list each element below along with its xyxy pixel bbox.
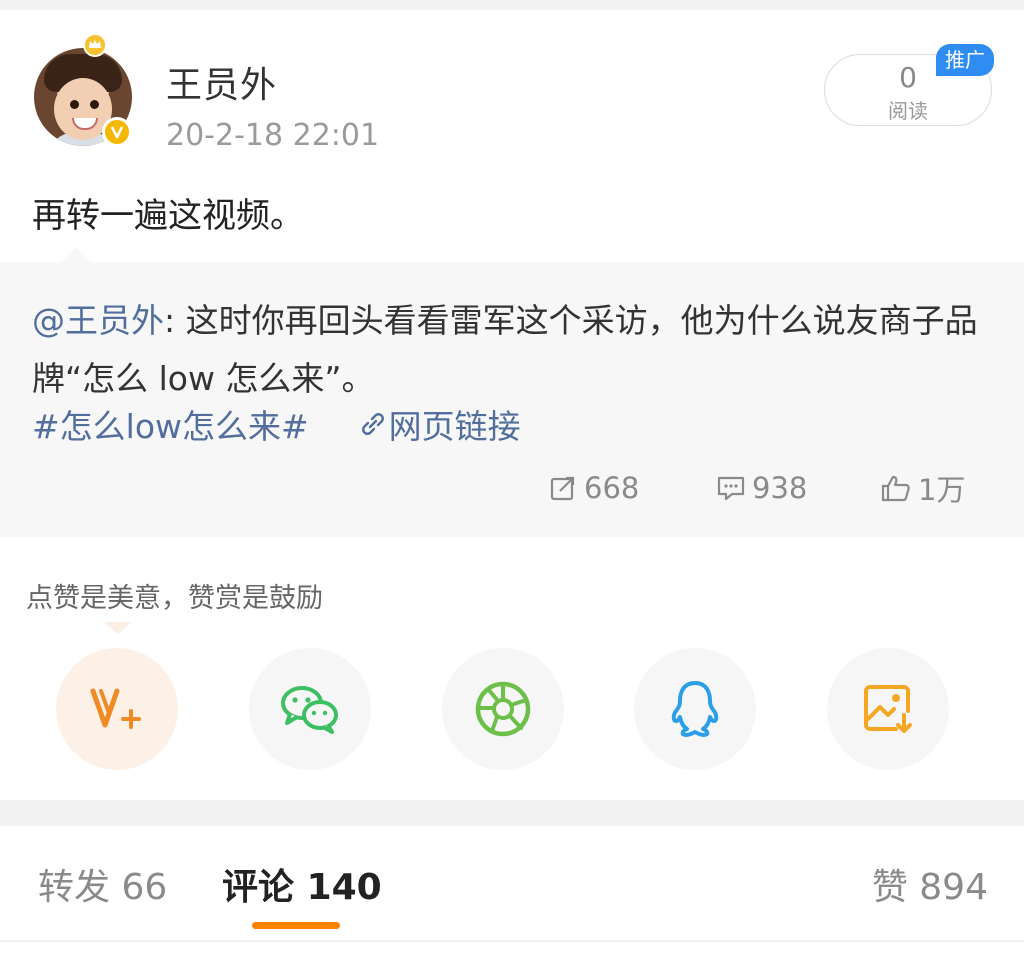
quoted-author-mention[interactable]: @王员外	[32, 301, 164, 340]
quoted-like-stat[interactable]: 1万	[880, 468, 965, 508]
quoted-like-count: 1万	[918, 473, 966, 507]
quoted-comment-stat[interactable]: 938	[716, 468, 807, 508]
read-label: 阅读	[888, 99, 928, 123]
crown-badge-icon	[83, 33, 107, 57]
promo-badge[interactable]: 推广	[936, 44, 994, 76]
post-time: 20-2-18 22:01	[166, 118, 380, 153]
quoted-body: : 这时你再回头看看雷军这个采访，他为什么说友商子品牌“怎么 low 怎么来”。	[32, 301, 978, 398]
v-plus-icon	[90, 688, 141, 729]
quoted-post-text: @王员外: 这时你再回头看看雷军这个采访，他为什么说友商子品牌“怎么 low 怎…	[32, 292, 992, 408]
tab-comments-count: 140	[306, 867, 382, 908]
quoted-comment-count: 938	[752, 471, 808, 505]
active-tab-indicator	[252, 922, 340, 929]
tip-arrow	[104, 622, 132, 634]
quoted-repost-count: 668	[584, 471, 640, 505]
thumbs-up-icon	[881, 475, 910, 502]
tab-reposts-count: 66	[121, 867, 168, 908]
tab-comments-label: 评论	[222, 867, 295, 908]
qq-icon	[671, 681, 719, 737]
tab-likes[interactable]: 赞 894	[872, 858, 988, 910]
quoted-repost-stat[interactable]: 668	[548, 468, 639, 508]
moments-icon	[475, 681, 531, 737]
author-name[interactable]: 王员外	[166, 56, 277, 108]
moments-share-button[interactable]	[442, 648, 564, 770]
tab-likes-label: 赞	[871, 867, 908, 908]
web-link-label: 网页链接	[388, 407, 521, 446]
v-plus-reward-button[interactable]	[56, 648, 178, 770]
bottom-divider	[0, 940, 1024, 942]
quoted-links: #怎么low怎么来# 网页链接	[32, 400, 521, 448]
section-divider	[0, 800, 1024, 826]
tip-text: 点赞是美意，赞赏是鼓励	[26, 583, 323, 614]
wechat-icon	[281, 686, 338, 734]
wechat-share-button[interactable]	[249, 648, 371, 770]
verified-badge-icon	[102, 117, 132, 147]
topic-link[interactable]: #怎么low怎么来#	[32, 400, 309, 448]
post-text: 再转一遍这视频。	[32, 196, 304, 236]
top-divider	[0, 0, 1024, 10]
tab-reposts[interactable]: 转发 66	[38, 858, 167, 910]
quote-notch	[60, 247, 92, 263]
link-icon	[361, 413, 384, 435]
qq-share-button[interactable]	[634, 648, 756, 770]
web-link[interactable]: 网页链接	[357, 400, 521, 448]
tab-likes-count: 894	[919, 867, 988, 908]
tab-comments[interactable]: 评论 140	[222, 858, 382, 910]
save-image-button[interactable]	[827, 648, 949, 770]
repost-icon	[550, 476, 575, 501]
comment-icon	[717, 476, 745, 501]
tab-reposts-label: 转发	[38, 867, 111, 908]
save-image-icon	[864, 685, 912, 733]
